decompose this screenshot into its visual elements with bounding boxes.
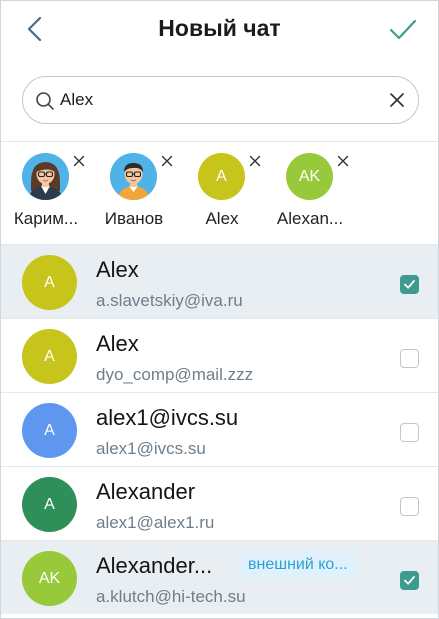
avatar-initials: A xyxy=(44,347,55,365)
confirm-button[interactable] xyxy=(388,15,418,45)
participant-name: Alex xyxy=(205,209,239,228)
contact-row[interactable]: A Alex dyo_comp@mail.zzz xyxy=(1,318,438,392)
participant-name: Иванов xyxy=(104,209,164,228)
avatar-initials: A xyxy=(44,273,55,291)
search-input[interactable] xyxy=(60,87,380,113)
avatar xyxy=(110,153,157,200)
avatar: A xyxy=(22,403,77,458)
contact-name: Alexander... xyxy=(96,553,213,578)
avatar: A xyxy=(22,477,77,532)
select-checkbox[interactable] xyxy=(400,423,419,442)
select-checkbox[interactable] xyxy=(400,349,419,368)
external-contact-badge: внешний ко... xyxy=(239,551,357,578)
remove-participant-icon[interactable] xyxy=(337,155,349,167)
remove-participant-icon[interactable] xyxy=(73,155,85,167)
avatar xyxy=(22,153,69,200)
contact-row[interactable]: A Alex a.slavetskiy@iva.ru xyxy=(1,244,438,318)
selected-participants: Карим... Иванов A Alex AK Alexan... xyxy=(1,142,438,244)
avatar-initials: AK xyxy=(298,167,321,185)
contact-row[interactable]: A Alexander alex1@alex1.ru xyxy=(1,466,438,540)
contact-email: a.klutch@hi-tech.su xyxy=(96,587,246,606)
participant-name: Карим... xyxy=(13,209,79,228)
participant-chip[interactable]: AK Alexan... xyxy=(265,153,355,238)
contact-name: Alex xyxy=(96,331,139,356)
avatar: A xyxy=(198,153,245,200)
remove-participant-icon[interactable] xyxy=(161,155,173,167)
select-checkbox[interactable] xyxy=(400,275,419,294)
checkmark-icon xyxy=(389,19,417,40)
contact-name: Alex xyxy=(96,257,139,282)
contact-row[interactable]: A alex1@ivcs.su alex1@ivcs.su xyxy=(1,392,438,466)
contact-email: alex1@ivcs.su xyxy=(96,439,206,458)
page-title: Новый чат xyxy=(158,15,281,41)
contact-email: a.slavetskiy@iva.ru xyxy=(96,291,243,310)
contact-row[interactable]: AK Alexander... внешний ко... a.klutch@h… xyxy=(1,540,438,614)
check-icon xyxy=(404,280,415,289)
contact-name: alex1@ivcs.su xyxy=(96,405,239,430)
avatar: A xyxy=(22,255,77,310)
avatar: A xyxy=(22,329,77,384)
participant-chip[interactable]: A Alex xyxy=(177,153,267,238)
avatar: AK xyxy=(286,153,333,200)
avatar: AK xyxy=(22,551,77,606)
woman-avatar-icon xyxy=(22,153,69,200)
participant-chip[interactable]: Карим... xyxy=(1,153,91,238)
select-checkbox[interactable] xyxy=(400,571,419,590)
close-icon[interactable] xyxy=(389,92,405,108)
avatar-initials: A xyxy=(216,167,227,185)
new-chat-screen: Новый чат Alex Карим... Иванов A Alex AK… xyxy=(0,0,439,619)
participant-name: Alexan... xyxy=(276,209,344,228)
contact-email: alex1@alex1.ru xyxy=(96,513,215,532)
search-box xyxy=(22,76,419,124)
select-checkbox[interactable] xyxy=(400,497,419,516)
avatar-initials: A xyxy=(44,495,55,513)
check-icon xyxy=(404,576,415,585)
header: Новый чат xyxy=(1,1,438,59)
man-avatar-icon xyxy=(110,153,157,200)
contact-email: dyo_comp@mail.zzz xyxy=(96,365,254,384)
search-icon xyxy=(36,92,54,110)
remove-participant-icon[interactable] xyxy=(249,155,261,167)
avatar-initials: AK xyxy=(38,569,61,587)
avatar-initials: A xyxy=(44,421,55,439)
participant-chip[interactable]: Иванов xyxy=(89,153,179,238)
contact-name: Alexander xyxy=(96,479,196,504)
